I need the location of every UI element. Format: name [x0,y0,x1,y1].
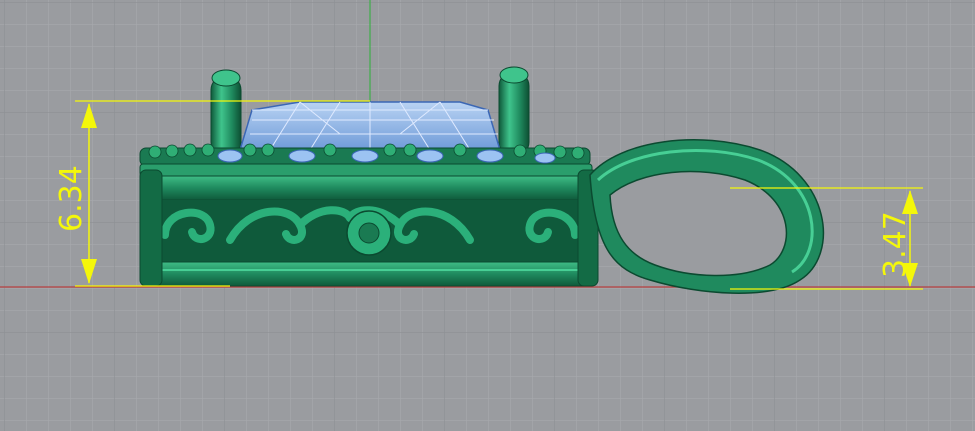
viewport-canvas: 6.34 3.47 [0,0,975,431]
filigree-gallery [150,200,590,262]
dimension-height-label: 6.34 [54,165,89,232]
frame-bottom-rail [149,261,591,287]
frame-top-rail [139,163,593,201]
dimension-bail-label: 3.47 [878,211,913,278]
3d-viewport[interactable]: 6.34 3.47 [0,0,975,431]
center-gemstone [238,101,502,151]
prong-right [498,66,530,157]
frame-left-cap [139,169,163,287]
prong-left [210,69,242,157]
